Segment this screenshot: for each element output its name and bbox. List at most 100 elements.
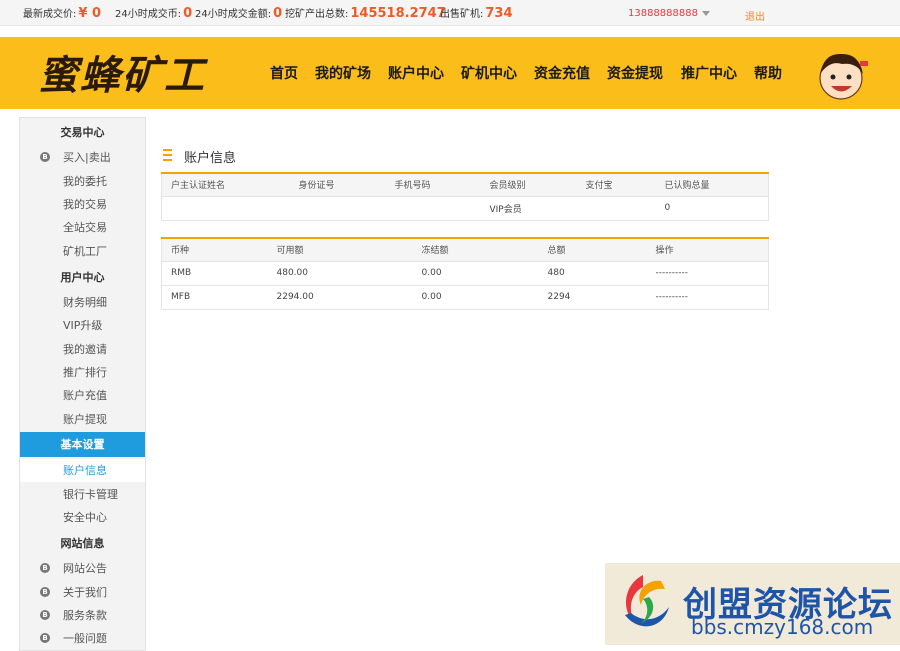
sidebar: 交易中心 B 买入|卖出 我的委托 我的交易 全站交易 矿机工厂 用户中心 财务明… — [19, 117, 146, 651]
sidebar-group-site-info[interactable]: 网站信息 — [20, 531, 145, 556]
column-header: 可用额 — [267, 238, 413, 262]
table-header-row: 户主认证姓名 身份证号 手机号码 会员级别 支付宝 已认购总量 — [161, 173, 769, 197]
sidebar-item-label: 买入|卖出 — [63, 151, 111, 164]
table-cell: 480.00 — [267, 261, 413, 286]
column-header: 冻结额 — [412, 238, 539, 262]
sidebar-item-withdraw[interactable]: 账户提现 — [20, 408, 145, 431]
coin-icon: B — [40, 587, 50, 597]
sidebar-item-terms[interactable]: B 服务条款 — [20, 604, 145, 627]
nav-account-center[interactable]: 账户中心 — [388, 63, 444, 83]
table-row: RMB 480.00 0.00 480 ---------- — [161, 261, 769, 286]
column-header: 会员级别 — [480, 173, 577, 197]
mined-label: 挖矿产出总数: — [285, 9, 349, 20]
sidebar-item-faq[interactable]: B 一般问题 — [20, 627, 145, 650]
coin-volume-stat: 24小时成交币: 0 — [115, 5, 192, 21]
sidebar-item-my-orders[interactable]: 我的委托 — [20, 170, 145, 193]
column-header: 操作 — [646, 238, 769, 262]
sidebar-item-about[interactable]: B 关于我们 — [20, 581, 145, 604]
user-menu[interactable]: 13888888888 — [628, 8, 710, 19]
sidebar-item-label: 一般问题 — [63, 632, 107, 645]
nav-deposit[interactable]: 资金充值 — [534, 63, 590, 83]
table-cell: 2294 — [538, 285, 647, 310]
nav-promotion[interactable]: 推广中心 — [681, 63, 737, 83]
sold-label: 出售矿机: — [440, 9, 484, 20]
table-cell: 0.00 — [412, 261, 539, 286]
coin-volume-value: 0 — [183, 6, 193, 21]
amount-label: 24小时成交金额: — [195, 9, 272, 20]
sidebar-item-security[interactable]: 安全中心 — [20, 506, 145, 529]
page-title: 账户信息 — [184, 151, 237, 166]
table-cell: ---------- — [646, 285, 769, 310]
table-cell — [289, 196, 386, 221]
user-phone: 13888888888 — [628, 8, 698, 19]
sidebar-group-settings[interactable]: 基本设置 — [20, 432, 145, 457]
table-cell: 480 — [538, 261, 647, 286]
sidebar-item-ranking[interactable]: 推广排行 — [20, 361, 145, 384]
coin-icon: B — [40, 633, 50, 643]
nav-home[interactable]: 首页 — [270, 63, 298, 83]
sidebar-item-all-trades[interactable]: 全站交易 — [20, 216, 145, 239]
table-row: MFB 2294.00 0.00 2294 ---------- — [161, 285, 769, 310]
table-header-row: 币种 可用额 冻结额 总额 操作 — [161, 238, 769, 262]
watermark-url[interactable]: bbs.cmzy168.com — [691, 615, 873, 639]
sold-stat: 出售矿机: 734 — [440, 5, 513, 21]
sidebar-item-miner-factory[interactable]: 矿机工厂 — [20, 240, 145, 263]
table-cell: RMB — [161, 261, 268, 286]
coin-icon: B — [40, 563, 50, 573]
sidebar-item-label: 关于我们 — [63, 586, 107, 599]
latest-price-stat: 最新成交价: ¥ 0 — [23, 5, 101, 21]
sidebar-item-vip[interactable]: VIP升级 — [20, 314, 145, 337]
table-cell — [576, 196, 656, 221]
nav-withdraw[interactable]: 资金提现 — [607, 63, 663, 83]
column-header: 币种 — [161, 238, 268, 262]
sidebar-item-finance[interactable]: 财务明细 — [20, 291, 145, 314]
balance-table: 币种 可用额 冻结额 总额 操作 RMB 480.00 0.00 480 ---… — [161, 237, 769, 310]
top-stats-bar: 最新成交价: ¥ 0 24小时成交币: 0 24小时成交金额: 0 挖矿产出总数: 14… — [0, 0, 900, 26]
column-header: 户主认证姓名 — [161, 173, 290, 197]
nav-miner-center[interactable]: 矿机中心 — [461, 63, 517, 83]
sidebar-item-bank-cards[interactable]: 银行卡管理 — [20, 483, 145, 506]
sidebar-item-buy-sell[interactable]: B 买入|卖出 — [20, 146, 145, 169]
amount-value: 0 — [273, 6, 283, 21]
coin-icon: B — [40, 152, 50, 162]
account-info-table: 户主认证姓名 身份证号 手机号码 会员级别 支付宝 已认购总量 VIP会员 0 — [161, 172, 769, 221]
table-cell — [385, 196, 481, 221]
logout-link[interactable]: 退出 — [745, 8, 765, 23]
watermark: 创盟资源论坛 bbs.cmzy168.com — [605, 563, 900, 645]
sidebar-item-account-info[interactable]: 账户信息 — [20, 459, 145, 482]
column-header: 支付宝 — [576, 173, 656, 197]
site-logo[interactable]: 蜜蜂矿工 — [38, 43, 206, 101]
table-cell: 0 — [655, 196, 769, 221]
forum-logo-icon — [625, 575, 669, 627]
list-icon — [163, 149, 172, 161]
table-row: VIP会员 0 — [161, 196, 769, 221]
table-cell: ---------- — [646, 261, 769, 286]
table-cell: VIP会员 — [480, 196, 577, 221]
mined-value: 145518.2747 — [350, 6, 446, 21]
amount-stat: 24小时成交金额: 0 — [195, 5, 282, 21]
sidebar-item-label: 网站公告 — [63, 562, 107, 575]
column-header: 已认购总量 — [655, 173, 769, 197]
chevron-down-icon — [702, 10, 710, 16]
column-header: 身份证号 — [289, 173, 386, 197]
column-header: 手机号码 — [385, 173, 481, 197]
latest-price-value: ¥ 0 — [78, 6, 101, 21]
sidebar-item-announcements[interactable]: B 网站公告 — [20, 557, 145, 580]
sidebar-item-recharge[interactable]: 账户充值 — [20, 384, 145, 407]
nav-help[interactable]: 帮助 — [754, 63, 782, 83]
table-cell: 0.00 — [412, 285, 539, 310]
sidebar-item-invites[interactable]: 我的邀请 — [20, 338, 145, 361]
site-header: 蜜蜂矿工 首页 我的矿场 账户中心 矿机中心 资金充值 资金提现 推广中心 帮助 — [0, 37, 900, 109]
latest-price-label: 最新成交价: — [23, 9, 77, 20]
mined-stat: 挖矿产出总数: 145518.2747 — [285, 5, 446, 21]
sold-value: 734 — [485, 6, 513, 21]
sidebar-group-trade[interactable]: 交易中心 — [20, 120, 145, 145]
sidebar-item-my-trades[interactable]: 我的交易 — [20, 193, 145, 216]
column-header: 总额 — [538, 238, 647, 262]
sidebar-group-user[interactable]: 用户中心 — [20, 265, 145, 290]
coin-icon: B — [40, 610, 50, 620]
mascot-icon — [819, 53, 868, 100]
table-cell: MFB — [161, 285, 268, 310]
nav-my-mine[interactable]: 我的矿场 — [315, 63, 371, 83]
table-cell — [161, 196, 290, 221]
